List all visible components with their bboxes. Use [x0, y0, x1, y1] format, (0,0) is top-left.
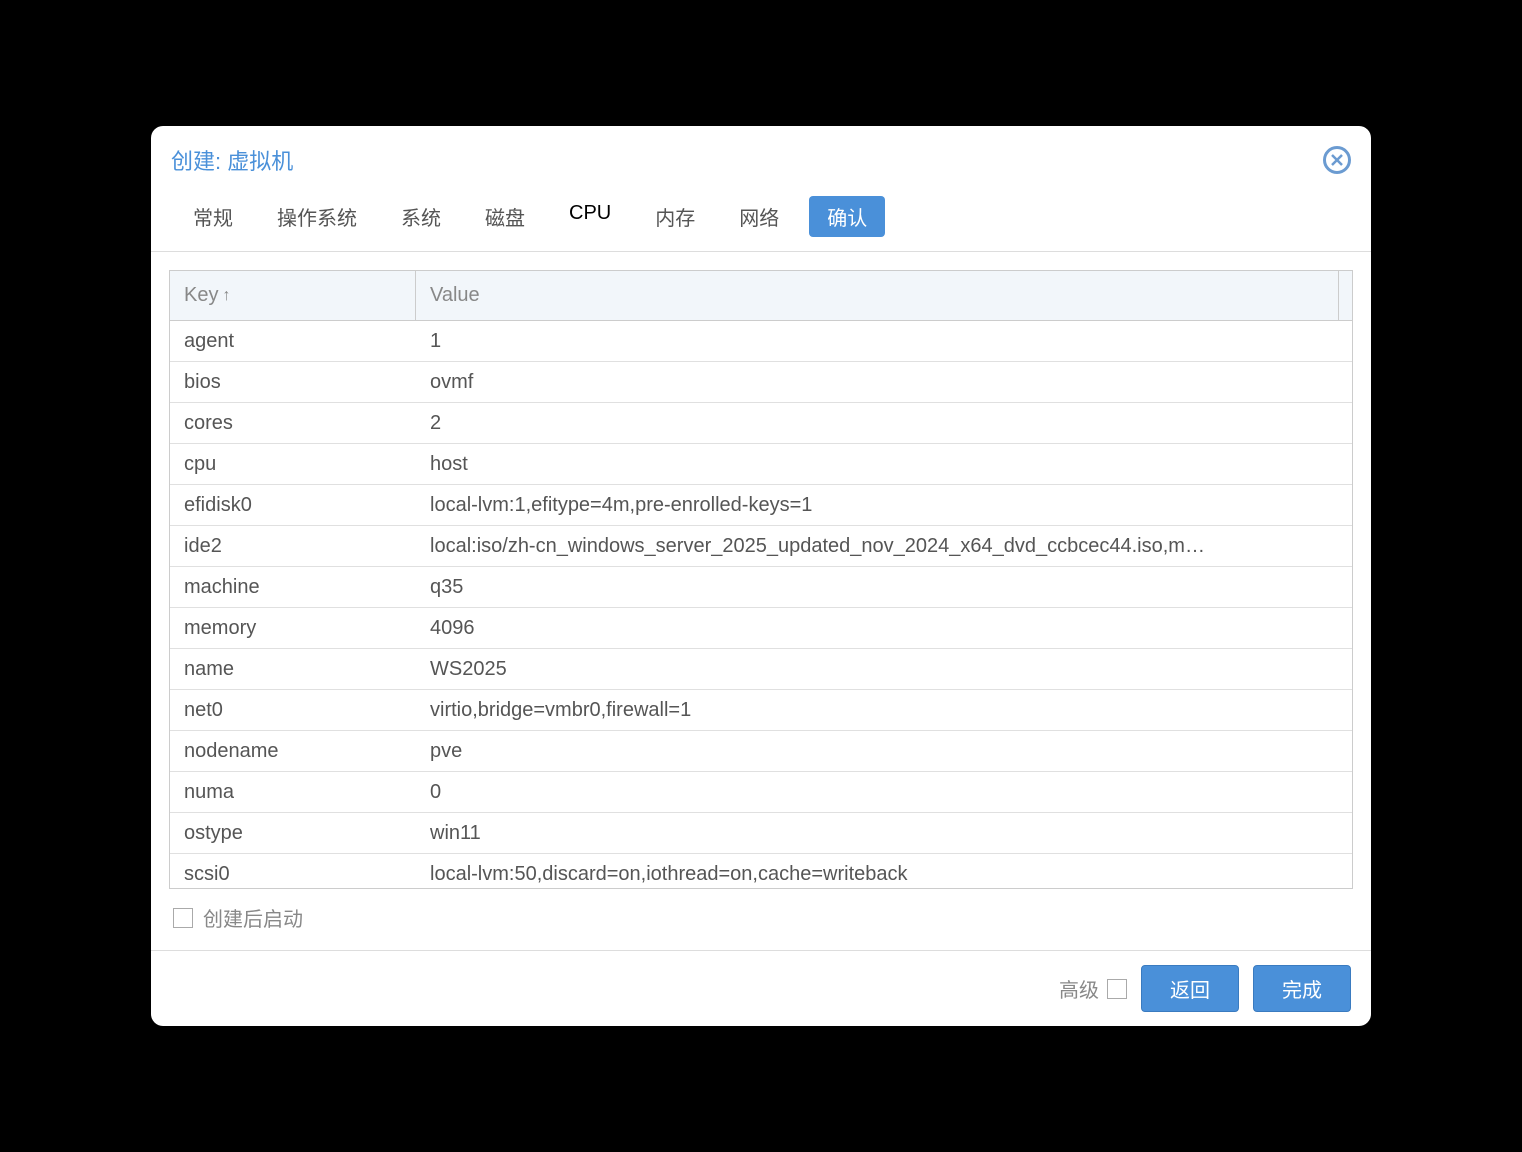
table-row[interactable]: memory4096	[170, 608, 1352, 649]
table-row[interactable]: machineq35	[170, 567, 1352, 608]
tab-network[interactable]: 网络	[725, 196, 793, 237]
dialog-title: 创建: 虚拟机	[171, 144, 293, 176]
cell-key: machine	[170, 576, 416, 599]
cell-key: ide2	[170, 535, 416, 558]
column-header-key[interactable]: Key ↑	[170, 271, 416, 320]
back-button[interactable]: 返回	[1141, 965, 1239, 1012]
start-after-create-label: 创建后启动	[203, 903, 303, 932]
table-row[interactable]: nameWS2025	[170, 649, 1352, 690]
cell-value: 2	[416, 412, 1352, 435]
wizard-tabs: 常规 操作系统 系统 磁盘 CPU 内存 网络 确认	[151, 186, 1371, 252]
advanced-checkbox[interactable]	[1107, 979, 1127, 999]
start-after-create-checkbox[interactable]	[173, 908, 193, 928]
cell-key: bios	[170, 371, 416, 394]
tab-cpu[interactable]: CPU	[555, 196, 625, 237]
cell-key: cpu	[170, 453, 416, 476]
table-row[interactable]: net0virtio,bridge=vmbr0,firewall=1	[170, 690, 1352, 731]
header-spacer	[1338, 271, 1352, 320]
table-row[interactable]: cores2	[170, 403, 1352, 444]
cell-value: ovmf	[416, 371, 1352, 394]
table-row[interactable]: ide2local:iso/zh-cn_windows_server_2025_…	[170, 526, 1352, 567]
sort-asc-icon: ↑	[222, 287, 230, 305]
table-body[interactable]: agent1biosovmfcores2cpuhostefidisk0local…	[170, 321, 1352, 888]
cell-value: 4096	[416, 617, 1352, 640]
table-header: Key ↑ Value	[170, 271, 1352, 321]
table-row[interactable]: ostypewin11	[170, 813, 1352, 854]
cell-value: virtio,bridge=vmbr0,firewall=1	[416, 699, 1352, 722]
cell-key: scsi0	[170, 863, 416, 886]
cell-key: efidisk0	[170, 494, 416, 517]
table-row[interactable]: biosovmf	[170, 362, 1352, 403]
cell-value: local-lvm:1,efitype=4m,pre-enrolled-keys…	[416, 494, 1352, 517]
column-header-value[interactable]: Value	[416, 284, 1338, 307]
close-button[interactable]	[1323, 146, 1351, 174]
tab-system[interactable]: 系统	[387, 196, 455, 237]
table-row[interactable]: cpuhost	[170, 444, 1352, 485]
dialog-footer: 高级 返回 完成	[151, 950, 1371, 1026]
cell-key: cores	[170, 412, 416, 435]
cell-key: name	[170, 658, 416, 681]
cell-value: WS2025	[416, 658, 1352, 681]
advanced-group[interactable]: 高级	[1059, 974, 1127, 1003]
cell-value: q35	[416, 576, 1352, 599]
close-icon	[1330, 153, 1344, 167]
dialog-header: 创建: 虚拟机	[151, 126, 1371, 186]
cell-value: host	[416, 453, 1352, 476]
tab-general[interactable]: 常规	[179, 196, 247, 237]
table-row[interactable]: numa0	[170, 772, 1352, 813]
cell-key: nodename	[170, 740, 416, 763]
cell-value: local-lvm:50,discard=on,iothread=on,cach…	[416, 863, 1352, 886]
cell-value: pve	[416, 740, 1352, 763]
create-vm-dialog: 创建: 虚拟机 常规 操作系统 系统 磁盘 CPU 内存 网络 确认 Key ↑…	[151, 126, 1371, 1026]
advanced-label: 高级	[1059, 974, 1099, 1003]
cell-value: 0	[416, 781, 1352, 804]
table-row[interactable]: agent1	[170, 321, 1352, 362]
column-header-key-label: Key	[184, 284, 218, 307]
table-row[interactable]: efidisk0local-lvm:1,efitype=4m,pre-enrol…	[170, 485, 1352, 526]
tab-disk[interactable]: 磁盘	[471, 196, 539, 237]
table-row[interactable]: scsi0local-lvm:50,discard=on,iothread=on…	[170, 854, 1352, 888]
cell-value: 1	[416, 330, 1352, 353]
start-after-create-group[interactable]: 创建后启动	[173, 903, 303, 932]
cell-value: win11	[416, 822, 1352, 845]
table-row[interactable]: nodenamepve	[170, 731, 1352, 772]
tab-memory[interactable]: 内存	[641, 196, 709, 237]
cell-key: ostype	[170, 822, 416, 845]
cell-key: memory	[170, 617, 416, 640]
cell-value: local:iso/zh-cn_windows_server_2025_upda…	[416, 535, 1352, 558]
cell-key: agent	[170, 330, 416, 353]
tab-os[interactable]: 操作系统	[263, 196, 371, 237]
summary-table: Key ↑ Value agent1biosovmfcores2cpuhoste…	[169, 270, 1353, 889]
cell-key: net0	[170, 699, 416, 722]
tab-confirm[interactable]: 确认	[809, 196, 885, 237]
content-area: Key ↑ Value agent1biosovmfcores2cpuhoste…	[151, 252, 1371, 950]
cell-key: numa	[170, 781, 416, 804]
finish-button[interactable]: 完成	[1253, 965, 1351, 1012]
below-table: 创建后启动	[169, 889, 1353, 932]
